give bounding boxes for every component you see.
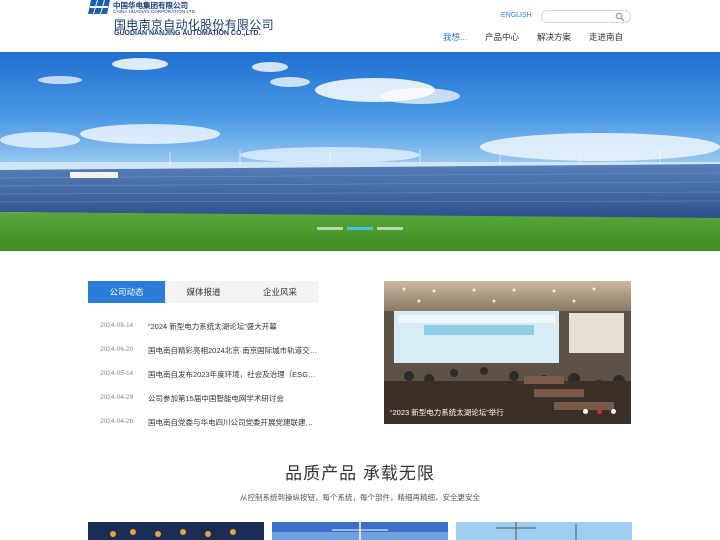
news-date: 2024-05-14 [100, 370, 134, 377]
tab-corporate-style[interactable]: 企业风采 [242, 281, 318, 303]
product-image-1 [88, 522, 264, 540]
news-date: 2024-04-26 [100, 418, 134, 425]
products-section-title: 品质产品 承载无限 [285, 464, 435, 483]
nav-item-solutions[interactable]: 解决方案 [537, 31, 571, 43]
product-card-3[interactable] [456, 522, 632, 540]
list-item[interactable]: 2024-08-14 “2024 新型电力系统太湖论坛”盛大开幕 [88, 317, 318, 335]
products-section-subtitle: 从控制系统到操纵按钮，每个系统，每个部件，精细再精细，安全更安全 [240, 493, 480, 502]
product-image-3 [456, 522, 632, 540]
banner-pagination [0, 227, 720, 231]
forum-photo [384, 281, 631, 424]
huadian-logo-icon [88, 0, 110, 14]
search-input[interactable] [548, 12, 616, 22]
list-item[interactable]: 2024-05-14 国电南自发布2023年度环境，社会及治理（ESG）... [88, 365, 318, 383]
photo-dot-2[interactable] [597, 409, 602, 414]
photo-dot-3[interactable] [611, 409, 616, 414]
news-title[interactable]: 国电南自党委与华电四川公司党委开展党建联建共建... [148, 417, 318, 428]
product-cards [88, 522, 632, 540]
photo-pagination [583, 409, 623, 415]
nav-item-i-want[interactable]: 我想... [443, 31, 467, 43]
photo-caption: “2023 新型电力系统太湖论坛”举行 [390, 408, 504, 417]
news-date: 2024-04-29 [100, 394, 134, 401]
search-icon[interactable] [615, 12, 625, 22]
news-title[interactable]: 国电南自发布2023年度环境，社会及治理（ESG）... [148, 369, 318, 380]
list-item[interactable]: 2024-04-26 国电南自党委与华电四川公司党委开展党建联建共建... [88, 413, 318, 431]
list-item[interactable]: 2024-06-20 国电南自精彩亮相2024北京·南京国际城市轨道交通... [88, 341, 318, 359]
product-image-2 [272, 522, 448, 540]
banner-dot-3[interactable] [377, 227, 403, 230]
group-name-en: CHINA HUADIAN CORPORATION LTD. [113, 9, 197, 14]
news-title[interactable]: “2024 新型电力系统太湖论坛”盛大开幕 [148, 321, 318, 332]
banner-dot-2[interactable] [347, 227, 373, 230]
featured-news-photo[interactable]: “2023 新型电力系统太湖论坛”举行 [384, 281, 631, 424]
news-date: 2024-08-14 [100, 322, 134, 329]
search-box [541, 10, 631, 23]
photo-dot-1[interactable] [583, 409, 588, 414]
site-header: 中国华电集团有限公司 CHINA HUADIAN CORPORATION LTD… [0, 0, 720, 52]
news-date: 2024-06-20 [100, 346, 134, 353]
tab-media-reports[interactable]: 媒体报道 [165, 281, 242, 303]
product-card-1[interactable] [88, 522, 264, 540]
nav-item-about[interactable]: 走进南自 [589, 31, 623, 43]
news-tabs: 公司动态 媒体报道 企业风采 [88, 281, 318, 303]
news-title[interactable]: 公司参加第15届中国智能电网学术研讨会 [148, 393, 318, 404]
english-language-link[interactable]: ENGLISH [501, 12, 532, 19]
solar-farm-photo [0, 52, 720, 251]
hero-banner[interactable] [0, 52, 720, 251]
nav-item-products[interactable]: 产品中心 [485, 31, 519, 43]
banner-dot-1[interactable] [317, 227, 343, 230]
product-card-2[interactable] [272, 522, 448, 540]
main-nav: 我想... 产品中心 解决方案 走进南自 [0, 31, 720, 45]
news-title[interactable]: 国电南自精彩亮相2024北京·南京国际城市轨道交通... [148, 345, 318, 356]
tab-company-news[interactable]: 公司动态 [88, 281, 165, 303]
list-item[interactable]: 2024-04-29 公司参加第15届中国智能电网学术研讨会 [88, 389, 318, 407]
